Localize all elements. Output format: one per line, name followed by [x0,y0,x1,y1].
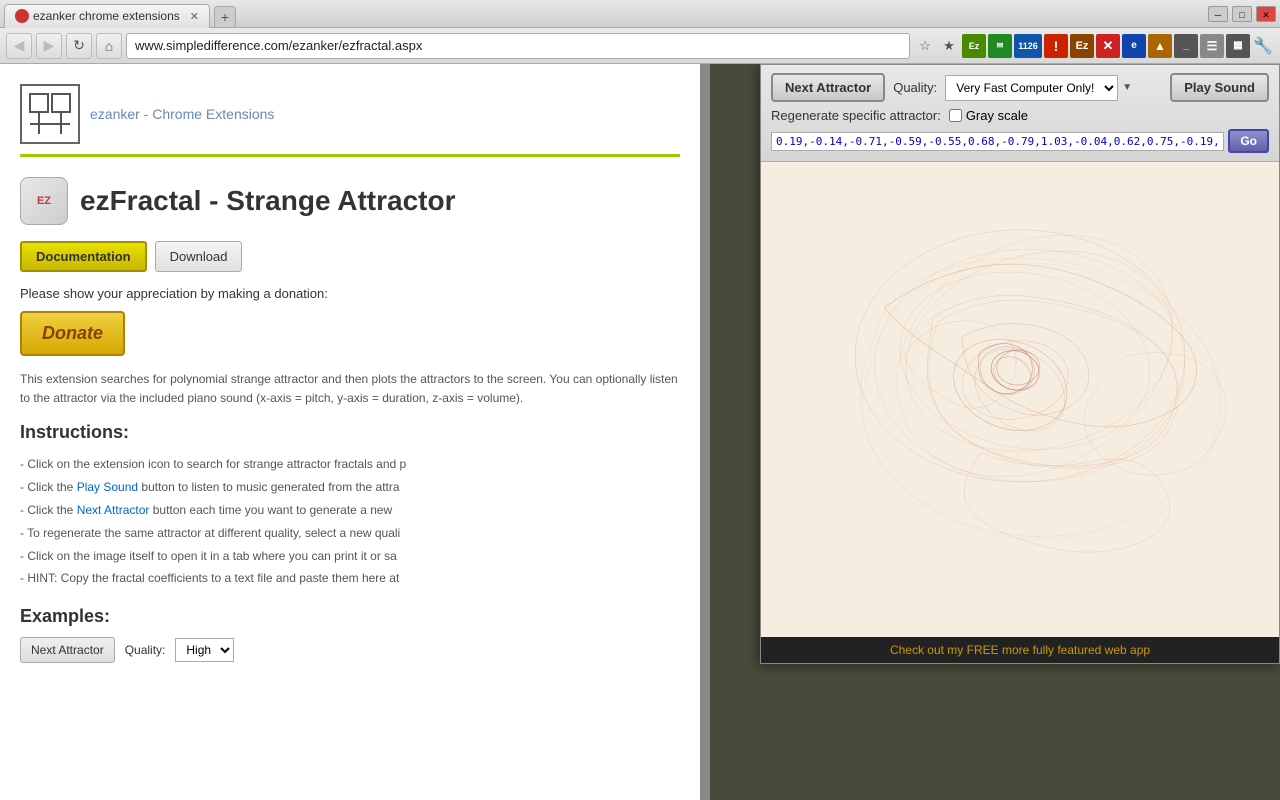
popup-quality-select[interactable]: Very Fast Computer Only! [945,75,1118,101]
address-url: www.simpledifference.com/ezanker/ezfract… [135,38,422,53]
coefficients-row: Go [771,129,1269,153]
examples-title: Examples: [20,606,680,627]
tab-close-icon[interactable]: ✕ [190,10,199,23]
example-quality-select[interactable]: High [175,638,234,662]
popup-toolbar-row1: Next Attractor Quality: Very Fast Comput… [771,73,1269,102]
popup-toolbar: Next Attractor Quality: Very Fast Comput… [761,65,1279,162]
wrench-icon[interactable]: 🔧 [1252,35,1274,57]
browser-tab[interactable]: ezanker chrome extensions ✕ [4,4,210,28]
toolbar-icons: ☆ ★ Ez ✉ 1126 ! Ez ✕ e ▲ _ ☰ ▦ 🔧 [914,34,1274,58]
ext-icon-2[interactable]: ✉ [988,34,1012,58]
ext-icon-5[interactable]: Ez [1070,34,1094,58]
example-quality-label: Quality: [125,643,166,657]
title-bar: ezanker chrome extensions ✕ + ─ □ ✕ [0,0,1280,28]
example-next-attractor-button[interactable]: Next Attractor [20,637,115,663]
popup-quality-dropdown-arrow[interactable]: ▼ [1122,82,1132,93]
ext-icon-4[interactable]: ! [1044,34,1068,58]
logo-svg [25,89,75,139]
reload-button[interactable]: ↻ [66,33,92,59]
fractal-svg [761,162,1279,637]
footer-link[interactable]: Check out my FREE more fully featured we… [890,643,1150,657]
tab-title: ezanker chrome extensions [33,9,180,23]
navigation-bar: ◀ ▶ ↻ ⌂ www.simpledifference.com/ezanker… [0,28,1280,64]
site-subtitle: ezanker - Chrome Extensions [90,106,274,122]
new-tab-button[interactable]: + [214,6,236,28]
maximize-button[interactable]: □ [1232,6,1252,22]
list-item: - Click the Next Attractor button each t… [20,499,680,522]
instruction-list: - Click on the extension icon to search … [20,453,680,590]
home-button[interactable]: ⌂ [96,33,122,59]
bookmark-icon[interactable]: ☆ [914,35,936,57]
gray-scale-checkbox[interactable] [949,109,962,122]
ext-icon-11[interactable]: ▦ [1226,34,1250,58]
minimize-button[interactable]: ─ [1208,6,1228,22]
download-button[interactable]: Download [155,241,243,272]
extension-header: EZ ezFractal - Strange Attractor [20,177,680,225]
page-content: ezanker - Chrome Extensions EZ ezFractal… [0,64,1280,800]
ext-icon-10[interactable]: ☰ [1200,34,1224,58]
extension-title: ezFractal - Strange Attractor [80,185,456,217]
gray-scale-label: Gray scale [966,108,1028,123]
tab-area: ezanker chrome extensions ✕ + [4,0,236,28]
list-item: - To regenerate the same attractor at di… [20,522,680,545]
fractal-image-area[interactable] [761,162,1279,637]
ext-icon-8[interactable]: ▲ [1148,34,1172,58]
ext-icon-1[interactable]: Ez [962,34,986,58]
donation-text: Please show your appreciation by making … [20,286,680,301]
browser-chrome: ezanker chrome extensions ✕ + ─ □ ✕ ◀ ▶ … [0,0,1280,64]
site-logo [20,84,80,144]
donate-button[interactable]: Donate [20,311,125,356]
star-icon[interactable]: ★ [938,35,960,57]
ext-icon-3[interactable]: 1126 [1014,34,1042,58]
ext-icon-9[interactable]: _ [1174,34,1198,58]
extension-popup: Next Attractor Quality: Very Fast Comput… [760,64,1280,664]
website-inner: ezanker - Chrome Extensions EZ ezFractal… [0,64,700,800]
popup-quality-label: Quality: [893,80,937,95]
website: ezanker - Chrome Extensions EZ ezFractal… [0,64,710,800]
instructions-title: Instructions: [20,422,680,443]
site-header: ezanker - Chrome Extensions [20,84,680,157]
regen-label: Regenerate specific attractor: [771,108,941,123]
popup-footer: Check out my FREE more fully featured we… [761,637,1279,663]
title-bar-left: ezanker chrome extensions ✕ + [4,0,236,28]
close-button[interactable]: ✕ [1256,6,1276,22]
documentation-button[interactable]: Documentation [20,241,147,272]
list-item: - HINT: Copy the fractal coefficients to… [20,567,680,590]
extension-icon: EZ [20,177,68,225]
forward-button[interactable]: ▶ [36,33,62,59]
play-sound-button[interactable]: Play Sound [1170,73,1269,102]
address-bar[interactable]: www.simpledifference.com/ezanker/ezfract… [126,33,910,59]
coefficients-input[interactable] [771,132,1224,151]
list-item: - Click on the image itself to open it i… [20,545,680,568]
list-item: - Click on the extension icon to search … [20,453,680,476]
next-attractor-button[interactable]: Next Attractor [771,73,885,102]
go-button[interactable]: Go [1228,129,1269,153]
example-controls: Next Attractor Quality: High [20,637,680,663]
ext-icon-7[interactable]: e [1122,34,1146,58]
gray-scale-checkbox-group: Gray scale [949,108,1028,123]
buttons-row: Documentation Download [20,241,680,272]
window-controls: ─ □ ✕ [1208,6,1276,22]
list-item: - Click the Play Sound button to listen … [20,476,680,499]
ext-icon-6[interactable]: ✕ [1096,34,1120,58]
popup-toolbar-row2: Regenerate specific attractor: Gray scal… [771,108,1269,123]
description: This extension searches for polynomial s… [20,370,680,408]
tab-favicon [15,9,29,23]
back-button[interactable]: ◀ [6,33,32,59]
